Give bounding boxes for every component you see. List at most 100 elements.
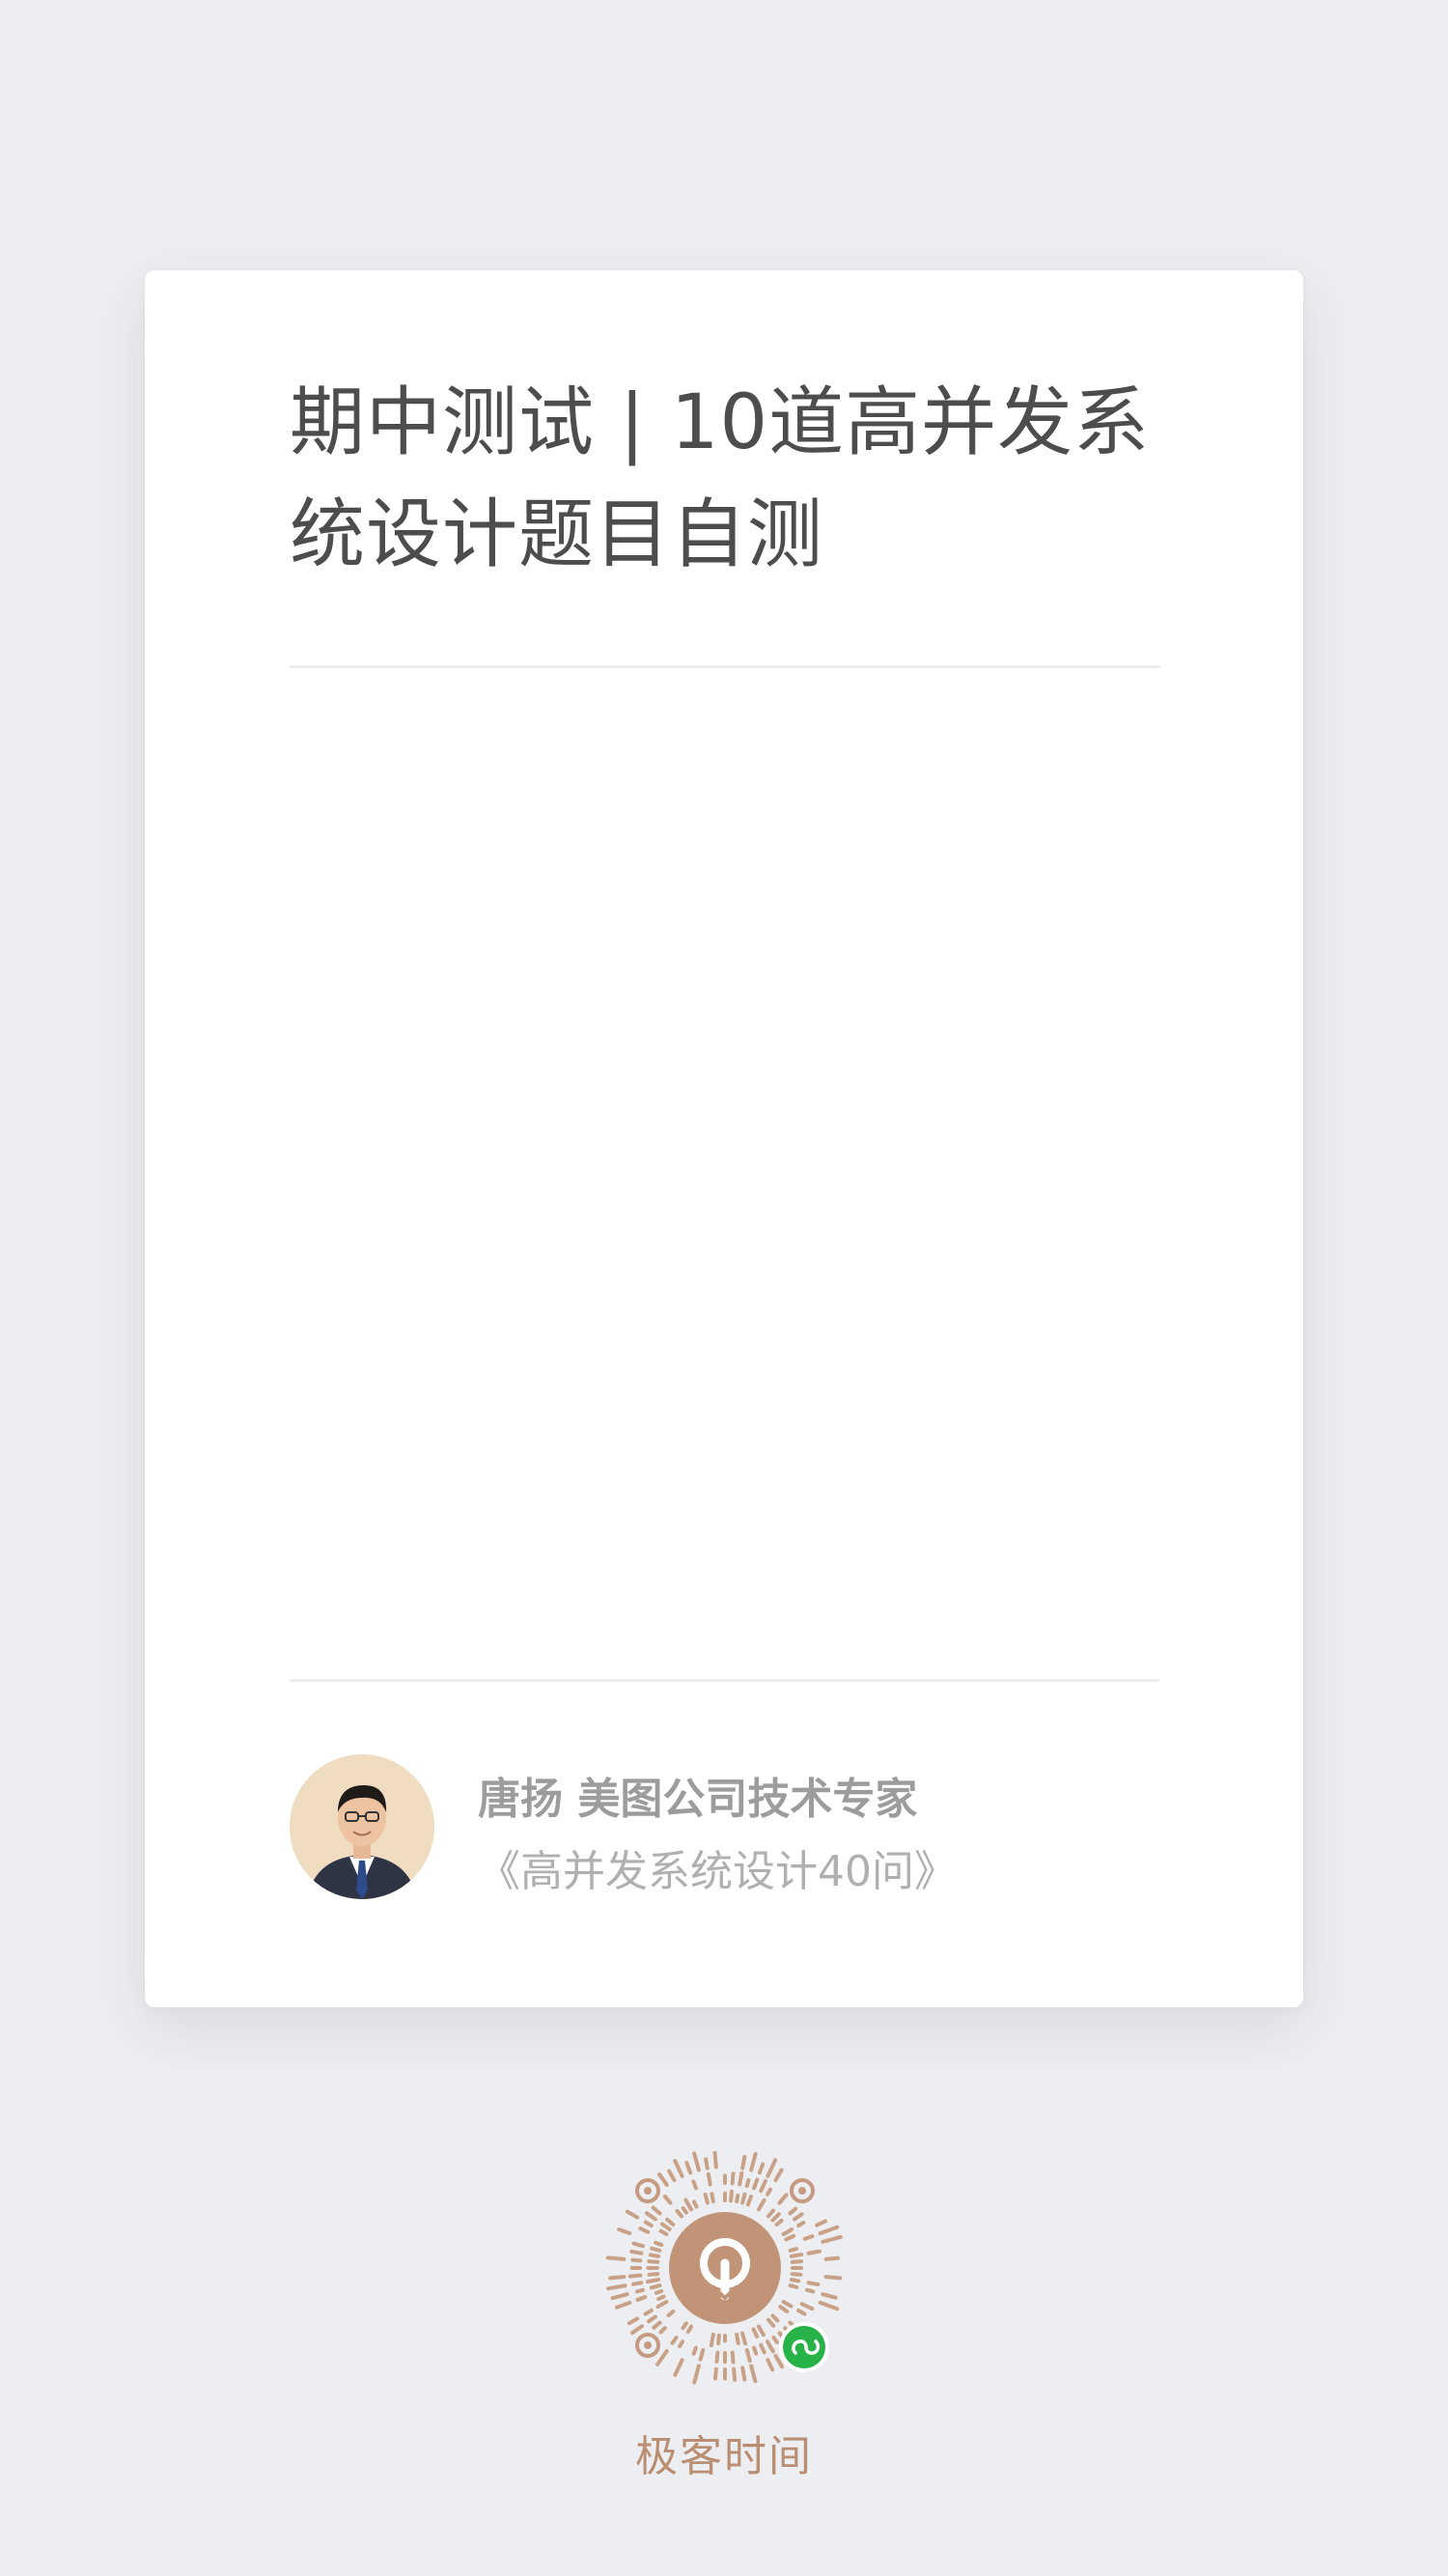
qrcode-ray [703, 2193, 710, 2205]
qrcode-ray [635, 2287, 645, 2294]
qrcode-ray [751, 2327, 760, 2338]
qrcode-ray [745, 2194, 753, 2207]
qrcode-ray [773, 2353, 785, 2369]
qrcode-ray [799, 2302, 815, 2311]
qrcode-ray [752, 2177, 760, 2191]
qrcode-ray [714, 2350, 720, 2364]
qrcode-ray [732, 2366, 738, 2382]
qrcode-ray [790, 2272, 803, 2277]
qrcode-ray [796, 2309, 807, 2316]
qrcode-ray [766, 2317, 776, 2328]
qrcode-ray [630, 2257, 643, 2263]
qrcode-ray [614, 2300, 632, 2310]
qrcode-ray [655, 2300, 669, 2310]
qrcode-ray [766, 2208, 775, 2219]
qrcode-ray [667, 2169, 677, 2183]
qrcode-ray [788, 2247, 798, 2253]
qrcode-ray [710, 2192, 715, 2204]
qrcode-ray [692, 2151, 701, 2172]
qrcode-ray [685, 2324, 693, 2335]
qrcode-ray [752, 2345, 759, 2356]
qrcode-ray [766, 2358, 775, 2372]
qrcode-ray [777, 2193, 789, 2205]
qrcode-ray [770, 2212, 781, 2223]
qrcode-ray [735, 2193, 740, 2204]
qrcode-ray [651, 2205, 662, 2216]
footer-divider [290, 1679, 1160, 1682]
qrcode-ray [784, 2233, 796, 2242]
qrcode-ray [788, 2283, 799, 2289]
qrcode-ray [757, 2162, 766, 2175]
qrcode-ray [823, 2275, 843, 2281]
qrcode-ray [658, 2326, 667, 2335]
qrcode-ray [655, 2349, 669, 2366]
qrcode-ray [805, 2287, 816, 2294]
qrcode-ray [740, 2366, 747, 2382]
qrcode-ray [647, 2314, 657, 2324]
qrcode-ray [740, 2154, 747, 2170]
qrcode-ray [631, 2241, 645, 2249]
qrcode-ray [648, 2253, 661, 2258]
qrcode-ray [673, 2358, 684, 2377]
qrcode-ray [605, 2255, 627, 2261]
qrcode-ray [781, 2300, 794, 2309]
qrcode-ray [675, 2208, 684, 2219]
qrcode-ray [654, 2288, 664, 2295]
qrcode-ray [773, 2168, 784, 2183]
title-divider [290, 665, 1160, 668]
qrcode-ray [759, 2178, 768, 2194]
qrcode-ray [740, 2192, 747, 2205]
qrcode-ray [643, 2309, 654, 2316]
qrcode-ray [692, 2199, 699, 2209]
qrcode-ray [790, 2259, 804, 2264]
qrcode-ray [706, 2171, 712, 2187]
qrcode-ray [821, 2234, 843, 2244]
qrcode-ray [643, 2220, 654, 2227]
mini-program-link-icon [779, 2322, 829, 2372]
qrcode-ray [766, 2158, 778, 2178]
qrcode-ray [658, 2228, 669, 2236]
qrcode-ray [729, 2189, 734, 2203]
qrcode-ray [789, 2253, 804, 2258]
share-card: 期中测试 | 10道高并发系统设计题目自测 唐扬 美图公司技术专家 《高并发系统… [145, 270, 1303, 2007]
qrcode-ray [638, 2226, 651, 2234]
qrcode-ray [744, 2177, 751, 2188]
qrcode-ray [744, 2348, 752, 2364]
mini-program-code-icon[interactable] [599, 2142, 851, 2394]
qrcode-ray [649, 2283, 662, 2290]
qrcode-ray [606, 2283, 627, 2291]
qrcode-ray [778, 2305, 790, 2313]
qrcode-ray [647, 2259, 660, 2264]
qrcode-ray [691, 2345, 698, 2356]
qrcode-ray [771, 2336, 779, 2344]
qrcode-ray [823, 2255, 840, 2261]
qrcode-ray [645, 2211, 657, 2222]
qrcode-ray [757, 2324, 766, 2338]
qrcode-ray [789, 2278, 801, 2283]
qrcode-ray [730, 2171, 736, 2186]
qrcode-ray [740, 2331, 747, 2346]
qrcode-ray [654, 2240, 664, 2248]
qrcode-ray [610, 2292, 629, 2301]
qrcode-ray [712, 2150, 718, 2170]
qrcode-ray [645, 2278, 661, 2284]
qrcode-ray [749, 2364, 758, 2384]
qrcode-ray [757, 2198, 766, 2212]
qrcode-ray [735, 2332, 740, 2345]
qrcode-ray [681, 2206, 688, 2215]
qrcode-ray [691, 2179, 698, 2191]
article-title: 期中测试 | 10道高并发系统设计题目自测 [290, 379, 1151, 578]
qrcode-ray [684, 2161, 693, 2175]
qrcode-ray [627, 2273, 643, 2279]
qrcode-ray [662, 2194, 673, 2205]
qrcode-ray [749, 2151, 758, 2172]
qrcode-ray [770, 2313, 780, 2323]
qrcode-ray [698, 2348, 706, 2362]
qrcode-ray [630, 2324, 644, 2336]
qrcode-ray [647, 2272, 660, 2277]
qrcode-ray [673, 2159, 684, 2178]
qrcode-ray [625, 2209, 640, 2220]
qrcode-ray [608, 2275, 627, 2281]
qrcode-ray [788, 2206, 798, 2216]
qrcode-ray [631, 2281, 644, 2286]
